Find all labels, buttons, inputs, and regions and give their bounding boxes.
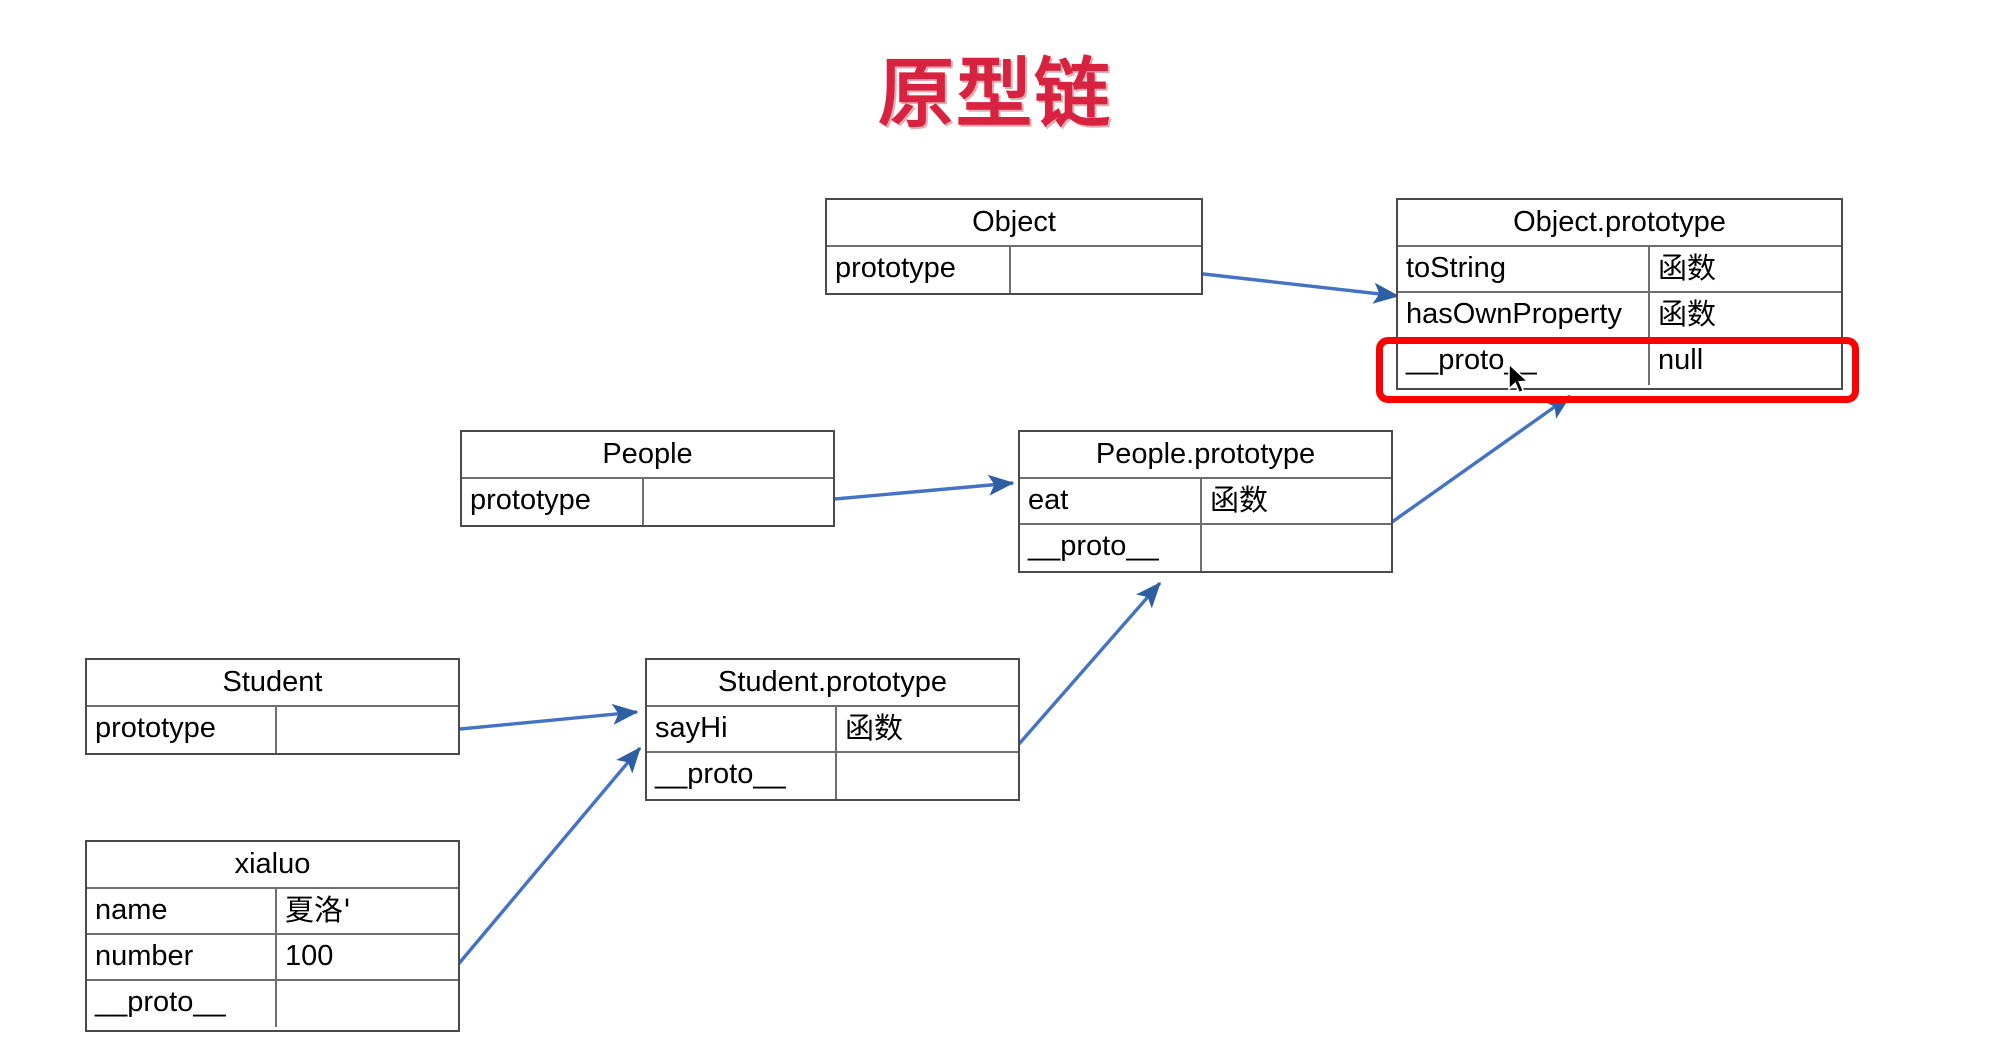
node-xialuo-value-name: 夏洛' — [285, 893, 351, 927]
table-row: __proto__ — [87, 981, 458, 1027]
page-title: 原型链 — [878, 49, 1112, 138]
node-people-key-prototype: prototype — [462, 479, 644, 525]
table-row: prototype — [87, 707, 458, 753]
node-people: People prototype — [460, 430, 835, 527]
node-people-value-prototype — [644, 479, 833, 525]
node-student-prototype-value-sayhi: 函数 — [845, 711, 904, 745]
node-object-header: Object — [827, 200, 1201, 247]
node-object-prototype-key-tostring: toString — [1398, 247, 1650, 291]
table-row: hasOwnProperty 函数 — [1398, 293, 1841, 339]
node-student-prototype-value-proto — [837, 753, 1018, 799]
node-people-prototype-header: People.prototype — [1020, 432, 1391, 479]
table-row: prototype — [462, 479, 833, 525]
node-student: Student prototype — [85, 658, 460, 755]
node-object-prototype-key-proto: __proto__ — [1398, 339, 1650, 385]
node-object-prototype-value-hasownproperty: 函数 — [1658, 297, 1717, 331]
table-row: name 夏洛' — [87, 889, 458, 935]
node-object: Object prototype — [825, 198, 1203, 295]
node-student-prototype-key-sayhi: sayHi — [647, 707, 837, 751]
node-object-value-prototype — [1011, 247, 1201, 293]
node-people-header: People — [462, 432, 833, 479]
node-people-prototype: People.prototype eat 函数 __proto__ — [1018, 430, 1393, 573]
node-xialuo-key-proto: __proto__ — [87, 981, 277, 1027]
node-student-value-prototype — [277, 707, 458, 753]
table-row: __proto__ null — [1398, 339, 1841, 385]
node-xialuo-header: xialuo — [87, 842, 458, 889]
node-xialuo-key-name: name — [87, 889, 277, 933]
node-object-prototype-value-tostring: 函数 — [1658, 251, 1717, 285]
node-object-key-prototype: prototype — [827, 247, 1011, 293]
node-object-prototype-key-hasownproperty: hasOwnProperty — [1398, 293, 1650, 337]
node-people-prototype-key-eat: eat — [1020, 479, 1202, 523]
node-student-prototype-header: Student.prototype — [647, 660, 1018, 707]
table-row: __proto__ — [647, 753, 1018, 799]
node-student-header: Student — [87, 660, 458, 707]
node-student-key-prototype: prototype — [87, 707, 277, 753]
node-student-prototype-key-proto: __proto__ — [647, 753, 837, 799]
table-row: toString 函数 — [1398, 247, 1841, 293]
node-object-prototype-value-proto: null — [1658, 344, 1704, 376]
table-row: sayHi 函数 — [647, 707, 1018, 753]
table-row: prototype — [827, 247, 1201, 293]
table-row: eat 函数 — [1020, 479, 1391, 525]
node-xialuo: xialuo name 夏洛' number 100 __proto__ — [85, 840, 460, 1032]
table-row: __proto__ — [1020, 525, 1391, 571]
node-xialuo-value-number: 100 — [285, 940, 334, 972]
node-people-prototype-value-eat: 函数 — [1210, 483, 1269, 517]
table-row: number 100 — [87, 935, 458, 981]
node-xialuo-key-number: number — [87, 935, 277, 979]
node-xialuo-value-proto — [277, 981, 458, 1027]
node-student-prototype: Student.prototype sayHi 函数 __proto__ — [645, 658, 1020, 801]
node-people-prototype-key-proto: __proto__ — [1020, 525, 1202, 571]
node-people-prototype-value-proto — [1202, 525, 1391, 571]
node-object-prototype: Object.prototype toString 函数 hasOwnPrope… — [1396, 198, 1843, 390]
node-object-prototype-header: Object.prototype — [1398, 200, 1841, 247]
